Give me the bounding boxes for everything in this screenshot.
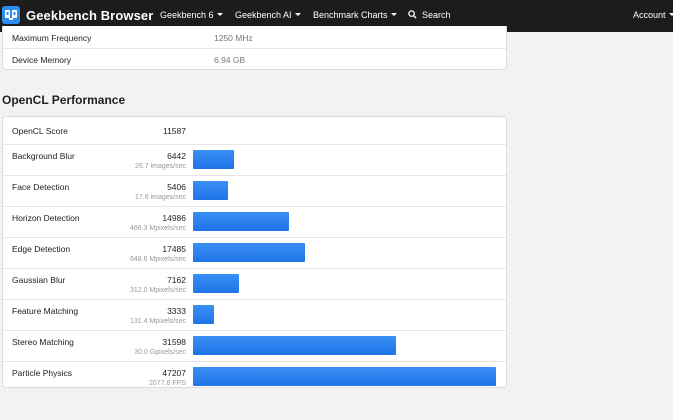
opencl-performance-card: OpenCL Score 11587 Background Blur 6442 26… — [2, 116, 507, 388]
benchmark-rate: 312.0 Mpixels/sec — [129, 287, 186, 294]
search-icon — [408, 10, 417, 19]
benchmark-score: 14986 — [162, 213, 186, 223]
benchmark-row: Particle Physics 47207 2077.6 FPS — [3, 361, 506, 393]
benchmark-name: Stereo Matching — [12, 337, 74, 347]
opencl-score-row: OpenCL Score 11587 — [3, 117, 506, 144]
benchmark-row: Gaussian Blur 7162 312.0 Mpixels/sec — [3, 268, 506, 300]
nav-geekbench-6-dropdown[interactable]: Geekbench 6 — [160, 10, 223, 20]
benchmark-name: Edge Detection — [12, 244, 71, 254]
benchmark-name: Background Blur — [12, 151, 75, 161]
nav-search-link[interactable]: Search — [408, 10, 451, 20]
benchmark-score: 47207 — [162, 368, 186, 378]
benchmark-score-bar — [193, 367, 496, 386]
benchmark-rate: 30.0 Gpixels/sec — [134, 349, 186, 356]
chevron-down-icon — [390, 13, 397, 17]
benchmark-rate: 648.6 Mpixels/sec — [129, 256, 186, 263]
benchmark-rate: 2077.6 FPS — [149, 380, 186, 387]
opencl-score-label: OpenCL Score — [12, 126, 68, 136]
benchmark-score: 17485 — [162, 244, 186, 254]
benchmark-score-bar — [193, 181, 228, 200]
nav-account-label: Account — [633, 10, 666, 20]
geekbench-logo-icon[interactable] — [2, 6, 20, 24]
nav-geekbench-ai-dropdown[interactable]: Geekbench AI — [235, 10, 301, 20]
benchmark-score: 6442 — [167, 151, 186, 161]
benchmark-name: Horizon Detection — [12, 213, 80, 223]
device-info-value: 6.94 GB — [214, 55, 246, 65]
benchmark-name: Particle Physics — [12, 368, 72, 378]
chevron-down-icon — [216, 13, 223, 17]
benchmark-rate: 26.7 images/sec — [135, 163, 186, 170]
benchmark-row: Face Detection 5406 17.6 images/sec — [3, 175, 506, 207]
device-info-row: Maximum Frequency 1250 MHz — [3, 26, 506, 48]
benchmark-score: 5406 — [167, 182, 186, 192]
benchmark-score-bar — [193, 274, 239, 293]
nav-benchmark-charts-label: Benchmark Charts — [313, 10, 388, 20]
device-info-row: Device Memory 6.94 GB — [3, 48, 506, 70]
brand-title[interactable]: Geekbench Browser — [26, 8, 153, 23]
chevron-down-icon — [294, 13, 301, 17]
chevron-down-icon — [668, 13, 673, 17]
benchmark-rate: 466.3 Mpixels/sec — [129, 225, 186, 232]
nav-account-dropdown[interactable]: Account — [633, 10, 673, 20]
benchmark-rate: 17.6 images/sec — [135, 194, 186, 201]
benchmark-row: Edge Detection 17485 648.6 Mpixels/sec — [3, 237, 506, 269]
benchmark-score-bar — [193, 243, 305, 262]
benchmark-row: Stereo Matching 31598 30.0 Gpixels/sec — [3, 330, 506, 362]
opencl-section-title: OpenCL Performance — [2, 93, 126, 107]
benchmark-score: 31598 — [162, 337, 186, 347]
benchmark-score-bar — [193, 305, 214, 324]
device-info-value: 1250 MHz — [214, 33, 253, 43]
benchmark-score-bar — [193, 336, 396, 355]
benchmark-rate: 131.4 Mpixels/sec — [129, 318, 186, 325]
benchmark-row: Feature Matching 3333 131.4 Mpixels/sec — [3, 299, 506, 331]
benchmark-row: Background Blur 6442 26.7 images/sec — [3, 144, 506, 176]
nav-search-label: Search — [422, 10, 451, 20]
opencl-score-value: 11587 — [162, 126, 186, 136]
nav-geekbench-6-label: Geekbench 6 — [160, 10, 214, 20]
device-info-card: Maximum Frequency 1250 MHz Device Memory… — [2, 26, 507, 70]
device-info-label: Device Memory — [12, 55, 72, 65]
benchmark-row: Horizon Detection 14986 466.3 Mpixels/sec — [3, 206, 506, 238]
benchmark-name: Face Detection — [12, 182, 70, 192]
benchmark-score: 3333 — [167, 306, 186, 316]
nav-benchmark-charts-dropdown[interactable]: Benchmark Charts — [313, 10, 397, 20]
benchmark-score: 7162 — [167, 275, 186, 285]
nav-geekbench-ai-label: Geekbench AI — [235, 10, 292, 20]
benchmark-name: Gaussian Blur — [12, 275, 66, 285]
benchmark-score-bar — [193, 212, 289, 231]
benchmark-name: Feature Matching — [12, 306, 79, 316]
benchmark-score-bar — [193, 150, 234, 169]
device-info-label: Maximum Frequency — [12, 33, 92, 43]
